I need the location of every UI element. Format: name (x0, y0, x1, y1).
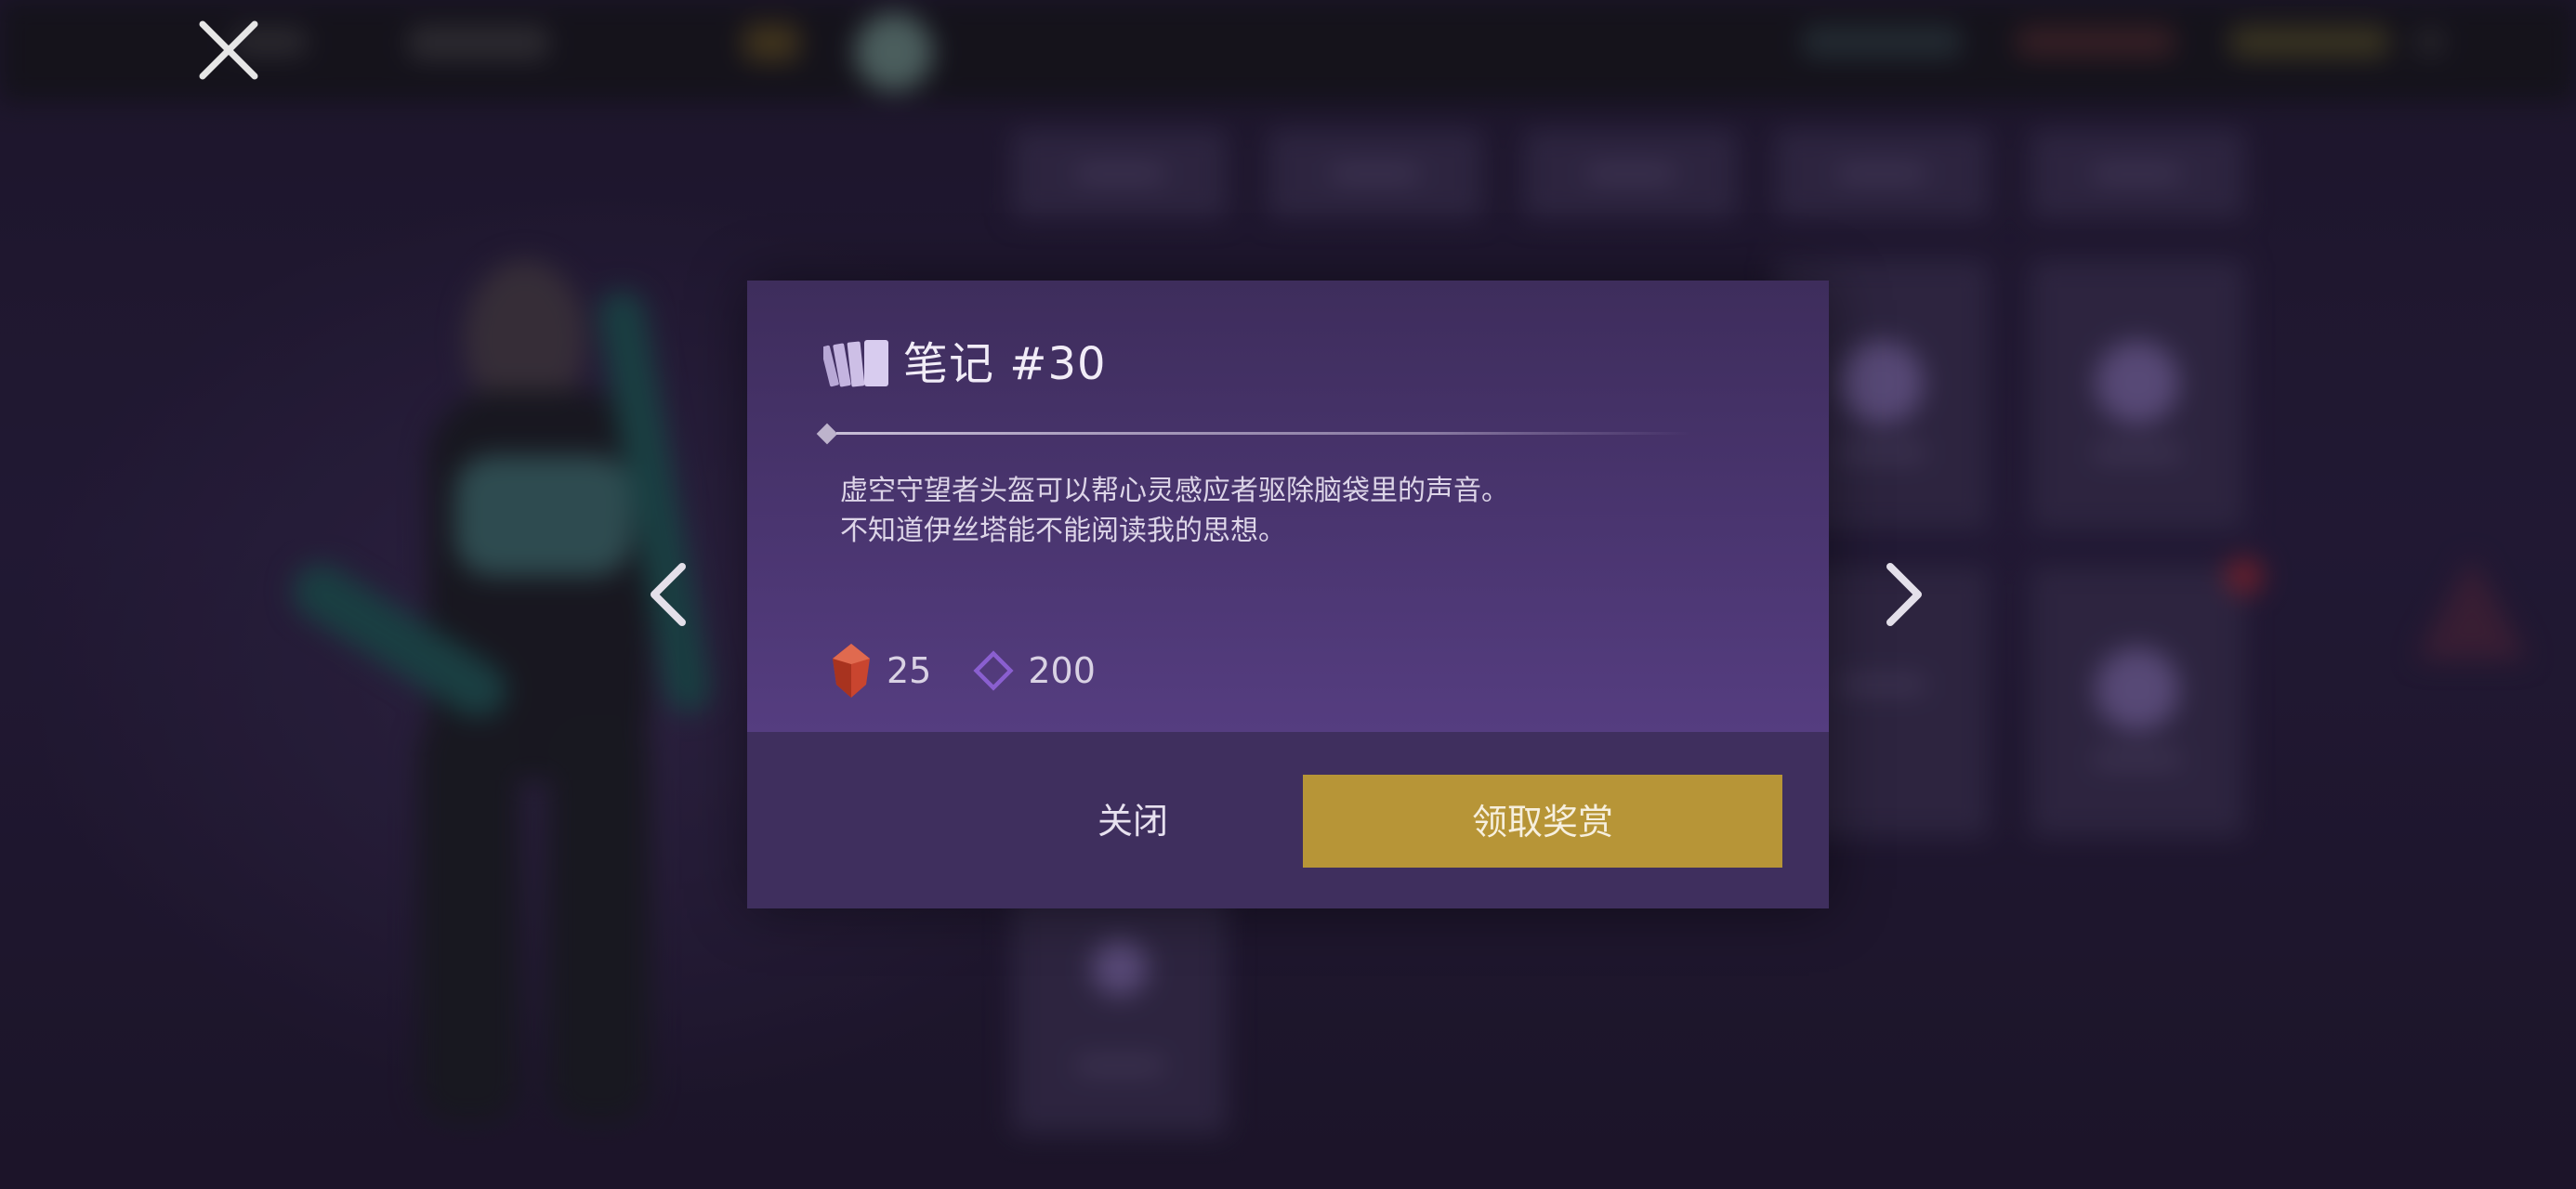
cards-icon (823, 340, 888, 387)
reward-item: 25 (829, 642, 931, 699)
reward-value: 25 (887, 650, 932, 691)
reward-item: 200 (972, 649, 1096, 692)
dialog-header: 笔记 #30 (823, 336, 1107, 392)
close-icon[interactable] (195, 17, 262, 84)
chevron-right-icon[interactable] (1875, 557, 1931, 632)
description-line: 不知道伊丝塔能不能阅读我的思想。 (840, 515, 1286, 547)
dialog-title: 笔记 #30 (903, 338, 1107, 390)
close-button[interactable]: 关闭 (1031, 774, 1235, 867)
description-line: 虚空守望者头盔可以帮心灵感应者驱除脑袋里的声音。 (840, 475, 1509, 507)
chevron-left-icon[interactable] (641, 557, 697, 632)
reward-value: 200 (1028, 650, 1096, 691)
purple-diamond-icon (973, 650, 1014, 691)
note-dialog: 笔记 #30 虚空守望者头盔可以帮心灵感应者驱除脑袋里的声音。 不知道伊丝塔能不… (747, 281, 1829, 908)
red-crystal-icon (833, 644, 870, 698)
claim-reward-button[interactable]: 领取奖赏 (1303, 775, 1782, 868)
dialog-footer: 关闭 领取奖赏 (747, 732, 1829, 908)
reward-list: 25 200 (829, 641, 1137, 700)
dialog-description: 虚空守望者头盔可以帮心灵感应者驱除脑袋里的声音。 不知道伊丝塔能不能阅读我的思想… (840, 471, 1676, 551)
dialog-body: 笔记 #30 虚空守望者头盔可以帮心灵感应者驱除脑袋里的声音。 不知道伊丝塔能不… (747, 281, 1829, 732)
game-screen: 笔记 #30 虚空守望者头盔可以帮心灵感应者驱除脑袋里的声音。 不知道伊丝塔能不… (0, 0, 2576, 1189)
title-divider (816, 423, 1691, 445)
